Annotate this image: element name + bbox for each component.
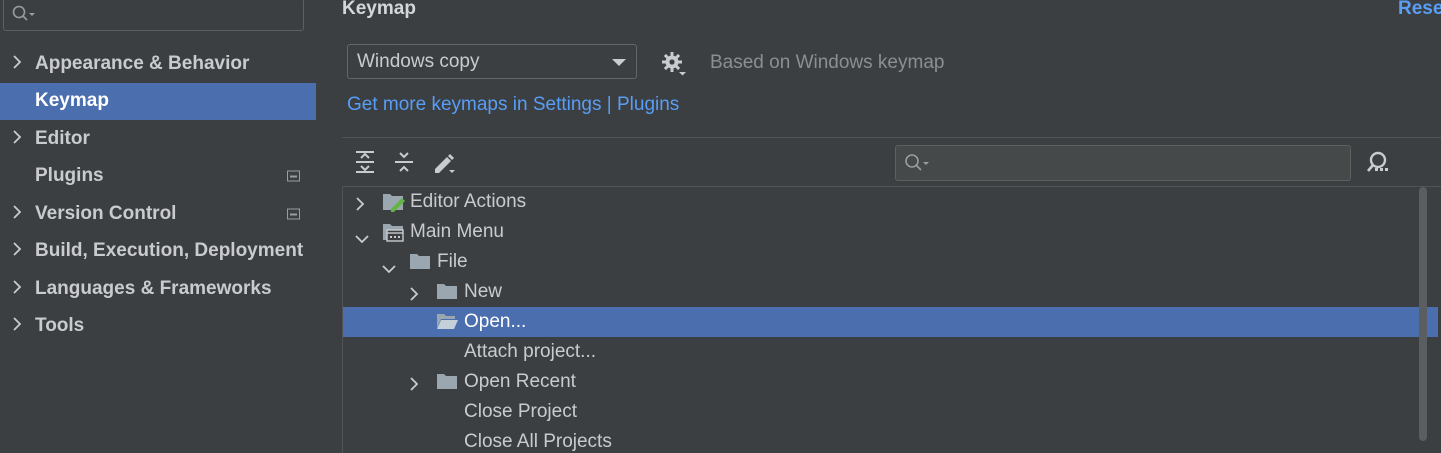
- sidebar-item-label: Languages & Frameworks: [35, 277, 272, 299]
- sidebar-item-label: Tools: [35, 315, 85, 337]
- expand-all-icon[interactable]: [354, 150, 376, 179]
- tree-row[interactable]: Main Menu: [343, 217, 1438, 247]
- tree-row-label: File: [437, 251, 468, 272]
- tree-scrollbar[interactable]: [1419, 187, 1427, 441]
- project-level-icon: [287, 208, 300, 220]
- sidebar-item-keymap[interactable]: Keymap: [0, 82, 316, 120]
- sidebar-item-editor[interactable]: Editor: [0, 120, 316, 158]
- tree-row[interactable]: Close All Projects: [343, 427, 1438, 453]
- tree-row[interactable]: Editor Actions: [343, 187, 1438, 217]
- folder-icon: [436, 282, 458, 306]
- sidebar-item-label: Plugins: [35, 165, 104, 187]
- collapse-all-icon[interactable]: [393, 150, 415, 179]
- keymap-panel: Keymap Reset Windows copy Based on Windo…: [316, 0, 1441, 453]
- keymap-select-value: Windows copy: [357, 50, 480, 72]
- sidebar-item-label: Editor: [35, 127, 90, 149]
- based-on-text: Based on Windows keymap: [710, 52, 945, 73]
- chevron-right-icon[interactable]: [12, 53, 22, 75]
- tree-row-label: Main Menu: [410, 221, 504, 242]
- settings-search-input[interactable]: [3, 0, 304, 31]
- gear-icon[interactable]: [661, 50, 687, 83]
- edit-shortcut-icon[interactable]: [432, 150, 458, 181]
- sidebar-item-label: Version Control: [35, 202, 177, 224]
- folder-icon: [436, 372, 458, 396]
- tree-row[interactable]: Attach project...: [343, 337, 1438, 367]
- chevron-right-icon[interactable]: [12, 240, 22, 262]
- tree-row-label: Editor Actions: [410, 191, 527, 212]
- sidebar-item-appearance-behavior[interactable]: Appearance & Behavior: [0, 45, 316, 83]
- keymap-select[interactable]: Windows copy: [347, 44, 637, 79]
- page-title: Keymap: [342, 0, 416, 19]
- tree-row[interactable]: Open Recent: [343, 367, 1438, 397]
- chevron-right-icon[interactable]: [12, 128, 22, 150]
- chevron-right-icon[interactable]: [12, 203, 22, 225]
- separator: [342, 137, 1441, 138]
- tree-row-label: New: [464, 281, 503, 302]
- chevron-right-icon[interactable]: [409, 375, 419, 397]
- search-icon: [904, 153, 930, 178]
- keymap-action-tree[interactable]: Editor Actions Main Menu File New Open... Att…: [342, 186, 1441, 453]
- chevron-right-icon[interactable]: [409, 285, 419, 307]
- sidebar-item-languages-frameworks[interactable]: Languages & Frameworks: [0, 270, 316, 308]
- tree-row-label: Close All Projects: [464, 431, 612, 452]
- tree-row-label: Open...: [464, 311, 527, 332]
- sidebar-item-plugins[interactable]: Plugins: [0, 158, 316, 196]
- folder-open-icon: [436, 312, 458, 336]
- reset-link[interactable]: Reset: [1398, 0, 1441, 20]
- tree-search-input[interactable]: [895, 145, 1351, 181]
- editor-actions-icon: [382, 192, 406, 218]
- tree-row-label: Attach project...: [464, 341, 597, 362]
- folder-icon: [409, 252, 431, 276]
- get-more-keymaps-link[interactable]: Get more keymaps in Settings | Plugins: [347, 94, 679, 116]
- chevron-right-icon[interactable]: [12, 315, 22, 337]
- sidebar-item-version-control[interactable]: Version Control: [0, 195, 316, 233]
- settings-sidebar: Appearance & Behavior Keymap Editor Plugins…: [0, 0, 316, 453]
- sidebar-item-build-execution-deployment[interactable]: Build, Execution, Deployment: [0, 233, 316, 271]
- project-level-icon: [287, 170, 300, 182]
- chevron-right-icon[interactable]: [355, 195, 365, 217]
- chevron-right-icon[interactable]: [12, 278, 22, 300]
- tree-row[interactable]: Open...: [343, 307, 1438, 337]
- sidebar-item-label: Appearance & Behavior: [35, 52, 250, 74]
- sidebar-item-tools[interactable]: Tools: [0, 308, 316, 346]
- sidebar-item-label: Keymap: [35, 90, 109, 112]
- main-menu-icon: [382, 222, 406, 248]
- sidebar-item-label: Build, Execution, Deployment: [35, 240, 304, 262]
- tree-row[interactable]: Close Project: [343, 397, 1438, 427]
- settings-nav-list: Appearance & Behavior Keymap Editor Plugins…: [0, 45, 316, 345]
- find-by-shortcut-icon[interactable]: [1365, 150, 1391, 181]
- tree-row-label: Close Project: [464, 401, 577, 422]
- tree-row-label: Open Recent: [464, 371, 576, 392]
- dropdown-arrow-icon: [612, 59, 626, 66]
- search-icon: [12, 5, 36, 28]
- tree-row[interactable]: File: [343, 247, 1438, 277]
- tree-row[interactable]: New: [343, 277, 1438, 307]
